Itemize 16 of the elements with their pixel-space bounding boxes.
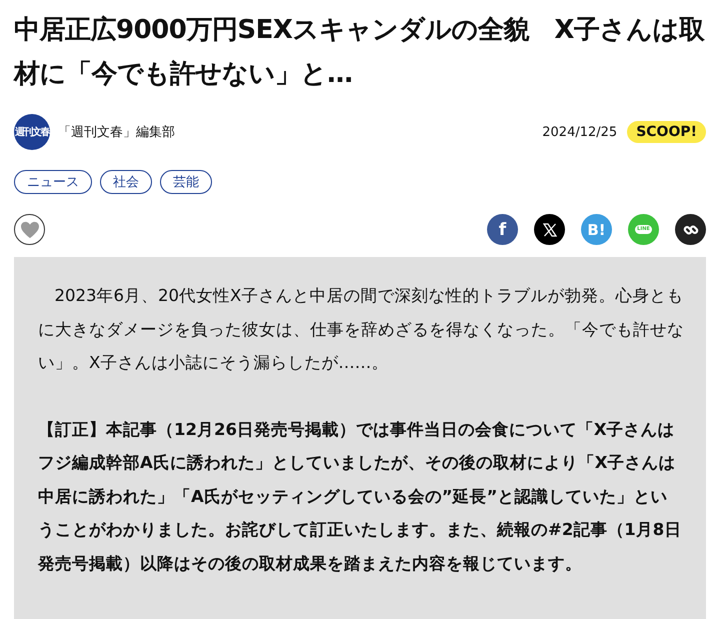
lead-paragraph: 2023年6月、20代女性X子さんと中居の間で深刻な性的トラブルが勃発。心身ともに大きなダメージを負った彼女は、仕事を辞めざるを得なくなった。「今でも許せない」。X子さんは小誌にそう漏らしたが……。	[38, 285, 684, 374]
x-share-button[interactable]	[534, 214, 565, 245]
x-logo-icon	[542, 222, 556, 236]
copy-link-button[interactable]	[675, 214, 706, 245]
publisher-logo: 週刊文春	[14, 114, 50, 150]
tag-link[interactable]: 社会	[100, 170, 152, 194]
scoop-badge: SCOOP!	[627, 121, 706, 143]
heart-icon	[20, 220, 40, 238]
author-name: 「週刊文春」編集部	[58, 124, 175, 141]
article-title: 中居正広9000万円SEXスキャンダルの全貌 X子さんは取材に「今でも許せない」と…	[14, 14, 706, 91]
correction-notice: 【訂正】本記事（12月26日発売号掲載）では事件当日の会食について「X子さんはフジ編成幹部A氏に誘われた」としていましたが、その後の取材により「X子さんは中居に誘われた」「A氏がセッティングしている会の”延長”と認識していた」ということがわかりました。お詫びして訂正いたします。また、続報の#2記事（1月8日発売号掲載）以降はその後の取材成果を踏まえた内容を報じています。	[38, 418, 682, 574]
tag-link[interactable]: ニュース	[14, 170, 92, 194]
tag-link[interactable]: 芸能	[160, 170, 212, 194]
facebook-share-button[interactable]: f	[487, 214, 518, 245]
like-button[interactable]	[14, 214, 45, 245]
publish-date: 2024/12/25	[542, 124, 618, 140]
